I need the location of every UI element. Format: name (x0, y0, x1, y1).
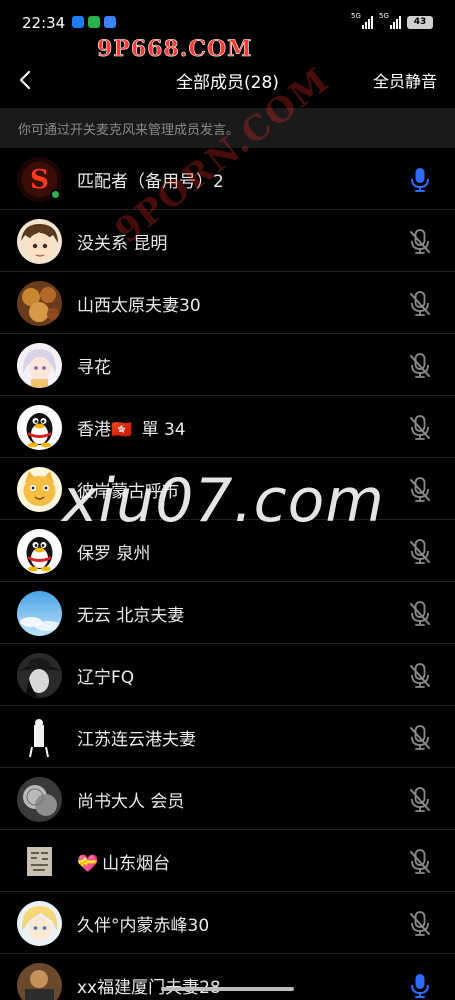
microphone-on-icon[interactable] (407, 166, 433, 194)
microphone-off-icon[interactable] (407, 848, 433, 876)
status-time: 22:34 (22, 14, 66, 32)
avatar[interactable] (17, 281, 62, 326)
member-row[interactable]: 彼岸蒙古呼市 (0, 458, 455, 520)
member-row[interactable]: 保罗 泉州 (0, 520, 455, 582)
status-bar: 22:34 5G 5G 43 (0, 0, 455, 48)
status-app-icons (72, 16, 116, 28)
microphone-off-icon[interactable] (407, 786, 433, 814)
microphone-off-icon[interactable] (407, 724, 433, 752)
member-row[interactable]: S 匹配者（备用号）2 (0, 148, 455, 210)
nav-bar: 全部成员(28) 全员静音 (0, 56, 455, 104)
microphone-off-icon[interactable] (407, 538, 433, 566)
microphone-off-icon[interactable] (407, 414, 433, 442)
status-indicators: 5G 5G 43 (351, 12, 433, 30)
microphone-off-icon[interactable] (407, 290, 433, 318)
avatar[interactable] (17, 839, 62, 884)
member-row[interactable]: 香港🇭🇰 單 34 (0, 396, 455, 458)
member-name: 山西太原夫妻30 (77, 296, 201, 316)
member-row[interactable]: 辽宁FQ (0, 644, 455, 706)
avatar[interactable] (17, 715, 62, 760)
avatar[interactable] (17, 653, 62, 698)
avatar[interactable] (17, 777, 62, 822)
microphone-off-icon[interactable] (407, 228, 433, 256)
app-notification-icon (104, 16, 116, 28)
microphone-off-icon[interactable] (407, 600, 433, 628)
member-name: 没关系 昆明 (77, 234, 168, 254)
member-name: xx福建厦门夫妻28 (77, 978, 221, 998)
avatar[interactable] (17, 591, 62, 636)
member-row[interactable]: 山西太原夫妻30 (0, 272, 455, 334)
battery-icon: 43 (407, 15, 433, 29)
member-name: 匹配者（备用号）2 (77, 172, 224, 192)
microphone-off-icon[interactable] (407, 476, 433, 504)
member-row[interactable]: 久伴°内蒙赤峰30 (0, 892, 455, 954)
member-name: 💝 山东烟台 (77, 854, 171, 874)
member-row[interactable]: 💝 山东烟台 (0, 830, 455, 892)
app-notification-icon (72, 16, 84, 28)
avatar[interactable] (17, 901, 62, 946)
tip-banner: 你可通过开关麦克风来管理成员发言。 (0, 108, 455, 148)
mute-all-button[interactable]: 全员静音 (373, 68, 437, 92)
member-row[interactable]: 没关系 昆明 (0, 210, 455, 272)
member-list: S 匹配者（备用号）2 没关系 昆明山西太原夫妻30 寻花香港🇭🇰 單 34 彼岸蒙古呼… (0, 148, 455, 1000)
svg-text:S: S (30, 165, 49, 195)
microphone-on-icon[interactable] (407, 972, 433, 1000)
member-row[interactable]: 江苏连云港夫妻 (0, 706, 455, 768)
member-name: 香港🇭🇰 單 34 (77, 420, 186, 440)
tip-text: 你可通过开关麦克风来管理成员发言。 (18, 123, 240, 138)
avatar[interactable] (17, 529, 62, 574)
member-name: 辽宁FQ (77, 668, 135, 688)
member-row[interactable]: 尚书大人 会员 (0, 768, 455, 830)
member-name: 尚书大人 会员 (77, 792, 185, 812)
flag-icon: 🇭🇰 (111, 420, 133, 440)
avatar[interactable] (17, 405, 62, 450)
microphone-off-icon[interactable] (407, 352, 433, 380)
member-name: 保罗 泉州 (77, 544, 151, 564)
microphone-off-icon[interactable] (407, 662, 433, 690)
member-name: 久伴°内蒙赤峰30 (77, 916, 210, 936)
avatar[interactable] (17, 219, 62, 264)
microphone-off-icon[interactable] (407, 910, 433, 938)
member-row[interactable]: 寻花 (0, 334, 455, 396)
avatar[interactable] (17, 963, 62, 1000)
member-name: 无云 北京夫妻 (77, 606, 185, 626)
online-status-icon (50, 189, 61, 200)
member-row[interactable]: xx福建厦门夫妻28 (0, 954, 455, 1000)
avatar[interactable] (17, 467, 62, 512)
heart-icon: 💝 (77, 854, 99, 874)
signal-icon: 5G (379, 12, 401, 30)
member-row[interactable]: 无云 北京夫妻 (0, 582, 455, 644)
member-name: 寻花 (77, 358, 111, 378)
member-name: 江苏连云港夫妻 (77, 730, 196, 750)
avatar[interactable] (17, 343, 62, 388)
home-indicator[interactable] (161, 987, 294, 991)
wechat-icon (88, 16, 100, 28)
signal-icon: 5G (351, 12, 373, 30)
member-name: 彼岸蒙古呼市 (77, 482, 179, 502)
